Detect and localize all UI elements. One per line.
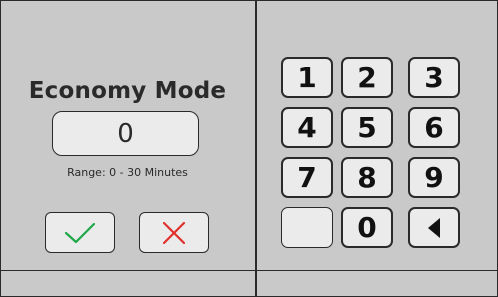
key-6[interactable]: 6 xyxy=(408,107,460,148)
key-1[interactable]: 1 xyxy=(281,57,333,98)
value-display[interactable]: 0 xyxy=(52,111,199,156)
key-2[interactable]: 2 xyxy=(341,57,393,98)
mode-title: Economy Mode xyxy=(28,78,227,104)
key-8[interactable]: 8 xyxy=(341,157,393,198)
check-icon xyxy=(64,222,96,243)
bottom-border xyxy=(0,270,498,271)
confirm-button[interactable] xyxy=(45,212,115,253)
key-blank[interactable] xyxy=(281,207,333,248)
key-9[interactable]: 9 xyxy=(408,157,460,198)
panel-divider xyxy=(255,0,257,297)
key-3[interactable]: 3 xyxy=(408,57,460,98)
key-7[interactable]: 7 xyxy=(281,157,333,198)
cancel-button[interactable] xyxy=(139,212,209,253)
backspace-triangle-icon xyxy=(428,217,440,238)
x-icon xyxy=(162,221,186,244)
key-5[interactable]: 5 xyxy=(341,107,393,148)
backspace-button[interactable] xyxy=(408,207,460,248)
key-4[interactable]: 4 xyxy=(281,107,333,148)
range-label: Range: 0 - 30 Minutes xyxy=(67,166,188,179)
key-0[interactable]: 0 xyxy=(341,207,393,248)
